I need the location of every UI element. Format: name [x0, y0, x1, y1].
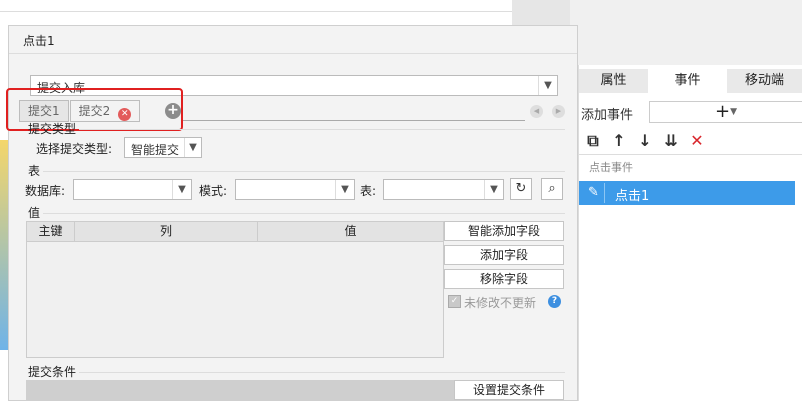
preview-button[interactable]: ⌕ [541, 178, 563, 200]
table-label: 表: [360, 184, 377, 198]
column-header-value[interactable]: 值 [258, 222, 443, 241]
chevron-down-icon: ▼ [172, 180, 191, 199]
event-item[interactable]: ✎ 点击1 [579, 181, 795, 205]
schema-label: 模式: [199, 184, 228, 198]
column-header-primary-key[interactable]: 主键 [27, 222, 75, 241]
event-dialog: 点击1 提交入库 ▼ 提交1 提交2 ✕ + ◀ ▶ 提交类型 选择提交类型: 智… [6, 25, 578, 401]
search-icon: ⌕ [548, 181, 556, 196]
properties-panel: 属性 事件 移动端 添加事件 +▼ ⧉ ↑ ↓ ⇊ ✕ 点击事件 ✎ 点击1 [578, 65, 802, 401]
edit-icon[interactable]: ✎ [583, 183, 605, 203]
table-select[interactable]: ▼ [383, 179, 504, 200]
move-up-icon[interactable]: ↑ [611, 132, 627, 150]
divider [579, 154, 802, 155]
add-event-row: 添加事件 +▼ [579, 101, 802, 123]
event-toolbar: ⧉ ↑ ↓ ⇊ ✕ [585, 131, 705, 151]
move-bottom-icon[interactable]: ⇊ [663, 132, 679, 150]
value-section-title: 值 [28, 206, 41, 220]
remove-field-button[interactable]: 移除字段 [444, 269, 564, 289]
tab-underline [183, 120, 525, 121]
refresh-button[interactable]: ↻ [510, 178, 532, 200]
chevron-left-icon[interactable]: ◀ [530, 105, 543, 118]
submit-type-select[interactable]: 智能提交 ▼ [124, 137, 202, 158]
event-section-title: 点击事件 [589, 161, 633, 174]
plus-icon: + [714, 101, 731, 122]
background-color-strip [0, 140, 8, 350]
field-table: 主键 列 值 [26, 221, 444, 358]
submit-type-value: 智能提交 [131, 143, 180, 157]
submit-type-title: 提交类型 [28, 122, 77, 136]
panel-tabs: 属性 事件 移动端 [579, 69, 802, 93]
refresh-icon: ↻ [515, 181, 527, 196]
move-down-icon[interactable]: ↓ [637, 132, 653, 150]
background-panel [0, 0, 512, 12]
table-header: 主键 列 值 [27, 222, 443, 242]
add-field-button[interactable]: 添加字段 [444, 245, 564, 265]
divider [79, 129, 565, 130]
set-condition-button[interactable]: 设置提交条件 [454, 380, 564, 400]
delete-icon[interactable]: ✕ [689, 132, 705, 150]
database-select[interactable]: ▼ [73, 179, 192, 200]
tab-mobile[interactable]: 移动端 [727, 69, 802, 93]
copy-icon[interactable]: ⧉ [585, 132, 601, 150]
chevron-right-icon[interactable]: ▶ [552, 105, 565, 118]
skip-unchanged-label: 未修改不更新 [464, 296, 537, 310]
help-icon[interactable]: ? [548, 295, 561, 308]
divider [79, 372, 565, 373]
chevron-down-icon: ▼ [538, 76, 557, 95]
database-label: 数据库: [25, 184, 66, 198]
column-header-column[interactable]: 列 [75, 222, 258, 241]
table-section-title: 表 [28, 164, 41, 178]
divider [43, 213, 565, 214]
condition-section-title: 提交条件 [28, 365, 77, 379]
divider [43, 171, 565, 172]
tab-events[interactable]: 事件 [649, 69, 727, 93]
skip-unchanged-checkbox[interactable]: ✓ [448, 295, 461, 308]
schema-select[interactable]: ▼ [235, 179, 355, 200]
add-event-button[interactable]: +▼ [649, 101, 802, 123]
submit-type-label: 选择提交类型: [36, 142, 113, 156]
smart-add-field-button[interactable]: 智能添加字段 [444, 221, 564, 241]
divider [9, 53, 577, 54]
condition-list [26, 380, 454, 401]
add-event-label: 添加事件 [581, 108, 634, 123]
chevron-down-icon: ▼ [184, 138, 201, 157]
chevron-down-icon: ▼ [484, 180, 503, 199]
chevron-down-icon: ▼ [730, 107, 737, 117]
chevron-down-icon: ▼ [335, 180, 354, 199]
dialog-title: 点击1 [23, 34, 55, 48]
event-item-label: 点击1 [615, 189, 650, 204]
tab-properties[interactable]: 属性 [579, 69, 649, 93]
